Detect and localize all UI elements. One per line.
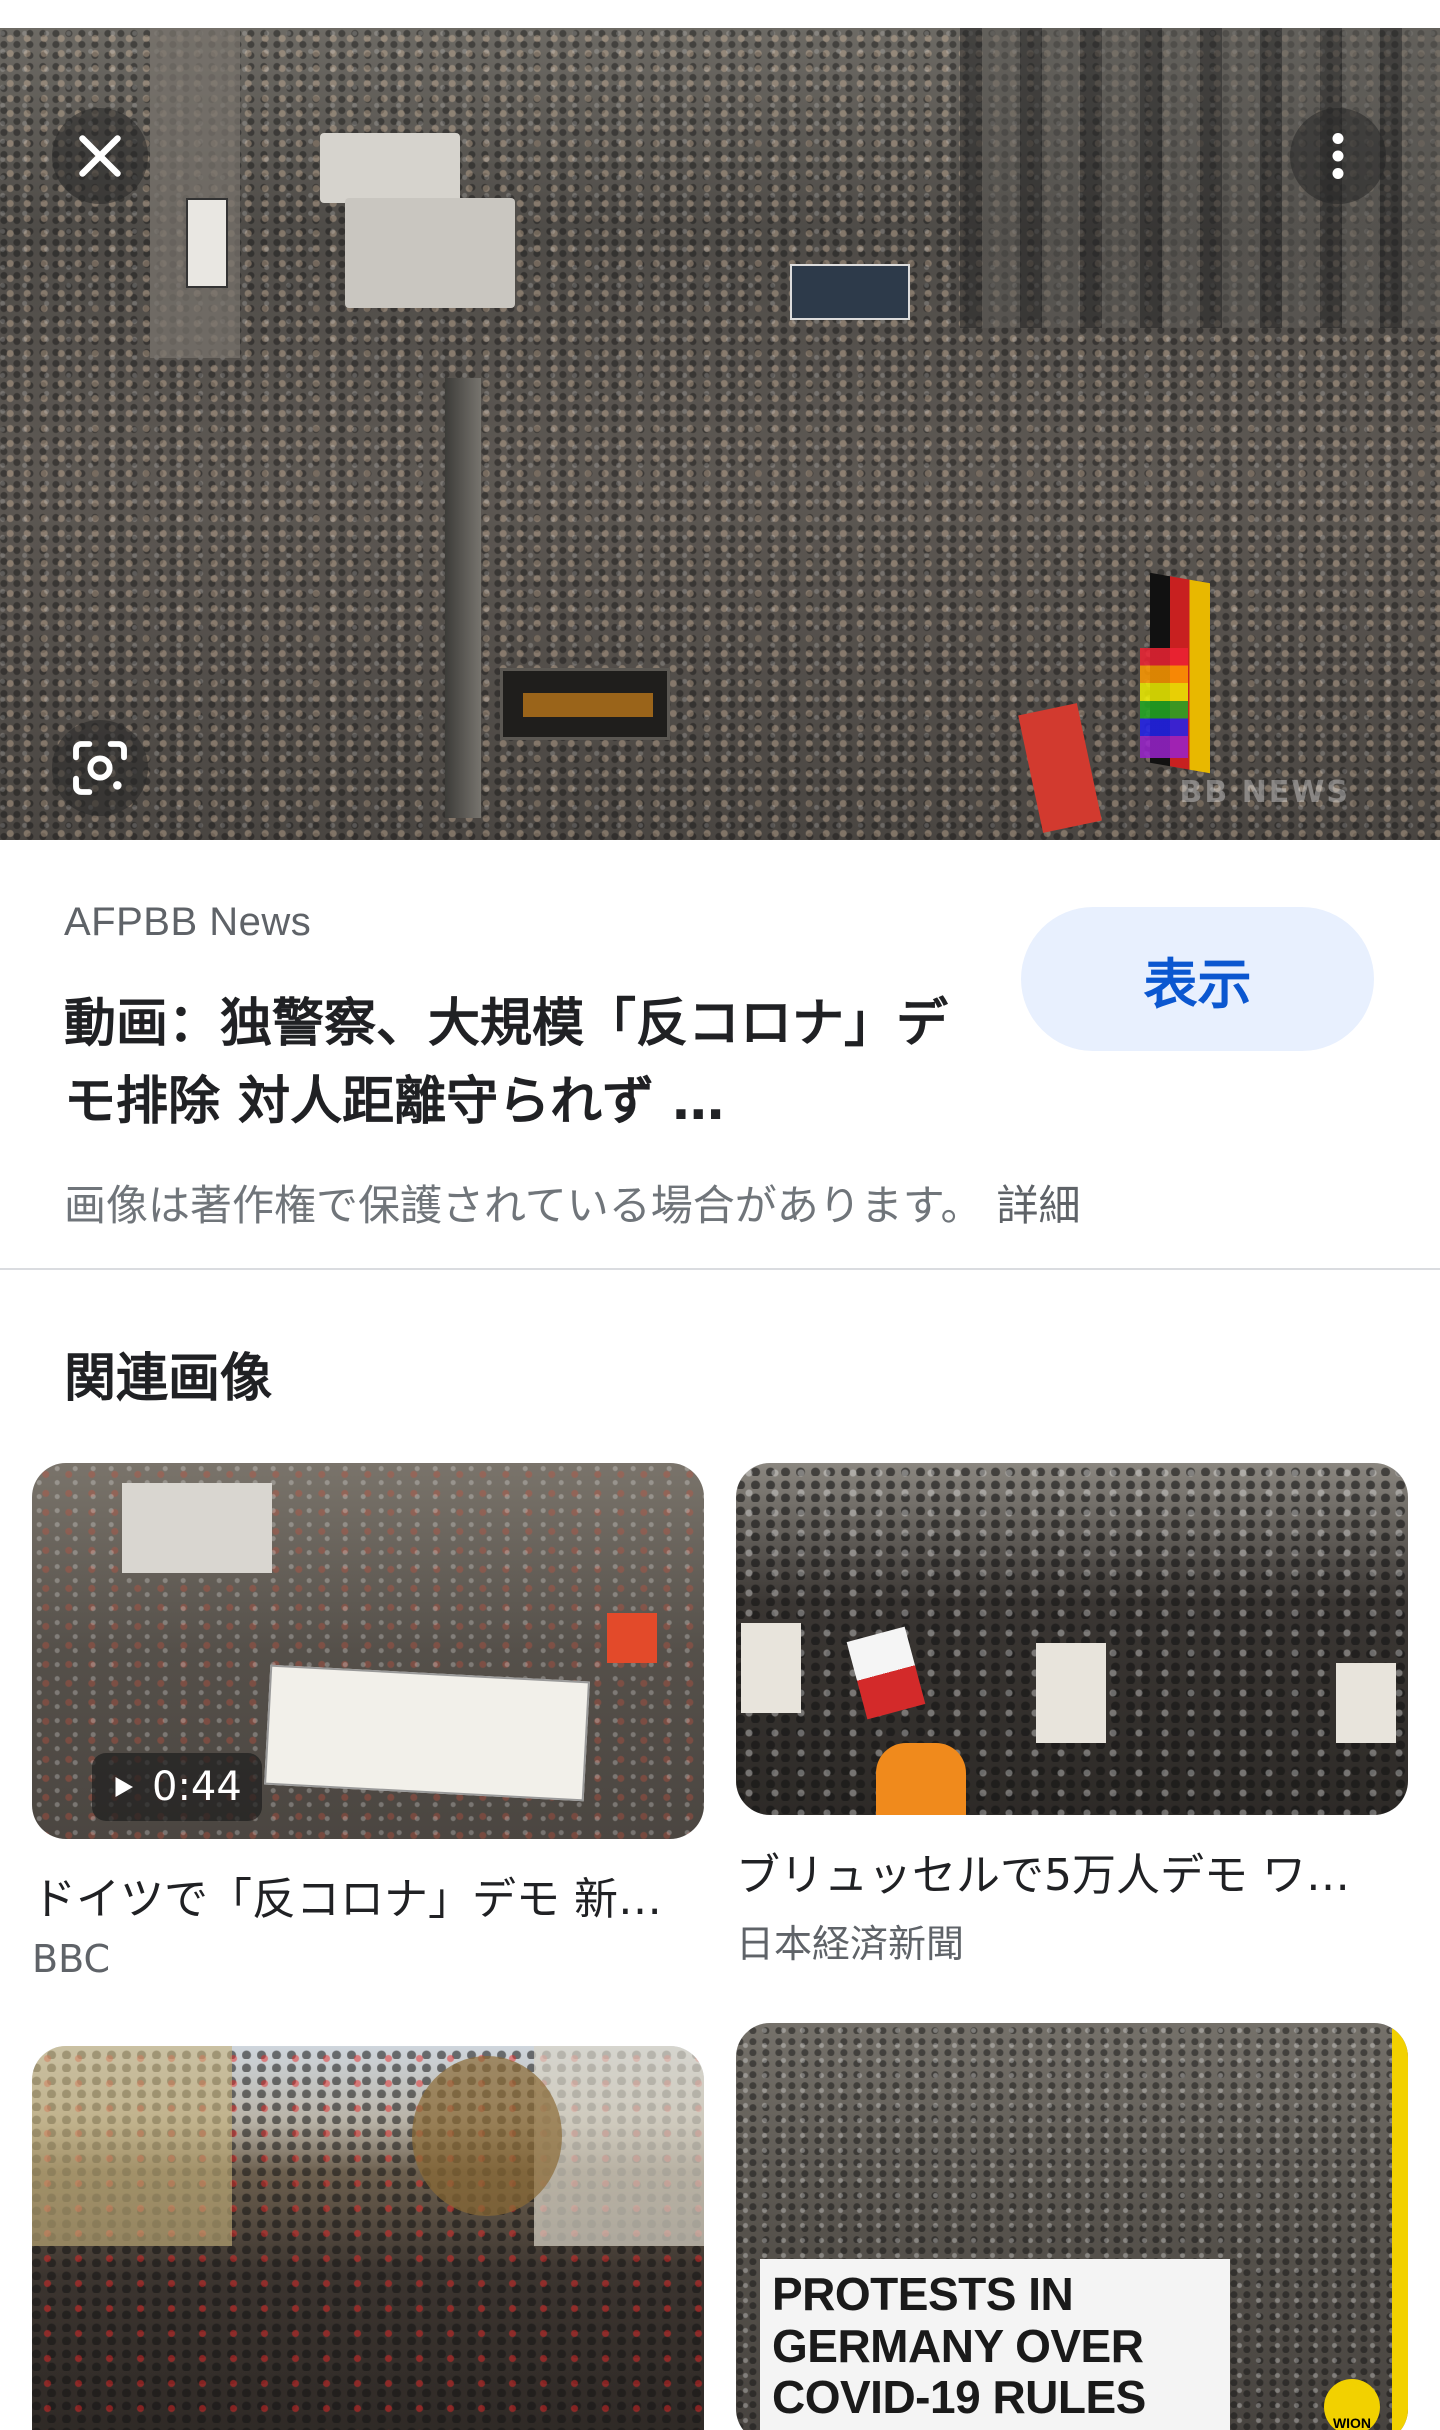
play-icon (115, 1777, 133, 1797)
copyright-text: 画像は著作権で保護されている場合があります。 (64, 1181, 983, 1230)
hero-street-sign (186, 198, 228, 288)
thumb-flag (607, 1613, 657, 1663)
related-thumbnail[interactable]: PROTESTS IN GERMANY OVER COVID-19 RULES … (736, 2023, 1408, 2430)
close-button[interactable] (52, 108, 148, 204)
related-thumbnail[interactable]: 0:44 (32, 1463, 704, 1839)
thumb-flag (846, 1626, 926, 1720)
thumb-placard (741, 1623, 801, 1713)
result-source: AFPBB News (64, 900, 312, 944)
hero-truck (345, 198, 515, 308)
related-thumbnail[interactable] (736, 1463, 1408, 1815)
hero-flag-rainbow (1140, 648, 1188, 758)
detail-link[interactable]: 詳細 (997, 1181, 1081, 1230)
thumb-truck (122, 1483, 272, 1573)
view-button[interactable]: 表示 (1021, 907, 1374, 1051)
video-duration: 0:44 (152, 1764, 242, 1810)
related-image-card[interactable]: ブリュッセルで5万人デモ ワ… 日本経済新聞 (736, 1463, 1408, 1968)
related-thumbnail[interactable] (32, 2046, 704, 2430)
related-title[interactable]: ブリュッセルで5万人デモ ワ… (736, 1839, 1408, 1903)
thumb-headline: PROTESTS IN GERMANY OVER COVID-19 RULES (760, 2259, 1230, 2430)
thumb-placard (1036, 1643, 1106, 1743)
hero-flag (1018, 703, 1102, 833)
lens-icon (73, 741, 127, 795)
thumb-banner (264, 1664, 590, 1802)
result-title[interactable]: 動画：独警察、大規模「反コロナ」デモ排除 対人距離守られず … (64, 985, 964, 1141)
related-source: 日本経済新聞 (736, 1922, 965, 1966)
related-title[interactable]: ドイツで「反コロナ」デモ 新… (32, 1863, 704, 1927)
hero-image[interactable]: BB NEWS (0, 28, 1440, 840)
related-image-card[interactable] (32, 2046, 704, 2430)
related-image-card[interactable]: 0:44 ドイツで「反コロナ」デモ 新… BBC (32, 1463, 704, 1981)
thumb-accent-bar (1392, 2023, 1408, 2430)
hero-banner (790, 264, 910, 320)
hero-lamp-post (445, 378, 481, 818)
close-icon (79, 135, 121, 177)
hero-truck (320, 133, 460, 203)
status-strip (0, 0, 1440, 28)
wion-logo: WION (1324, 2379, 1380, 2430)
lens-search-button[interactable] (52, 720, 148, 816)
thumb-building (32, 2046, 232, 2246)
hero-watermark: BB NEWS (1179, 775, 1350, 810)
related-source: BBC (32, 1937, 111, 1981)
more-options-button[interactable] (1290, 108, 1386, 204)
copyright-notice: 画像は著作権で保護されている場合があります。 詳細 (64, 1172, 1081, 1233)
thumb-placard (1336, 1663, 1396, 1743)
thumb-person (876, 1743, 966, 1815)
divider (0, 1268, 1440, 1270)
related-images-heading: 関連画像 (64, 1349, 273, 1409)
thumb-tree (412, 2056, 562, 2216)
more-vert-icon (1332, 133, 1344, 179)
video-duration-badge: 0:44 (92, 1753, 262, 1821)
hero-display-board (500, 668, 670, 740)
related-image-card[interactable]: PROTESTS IN GERMANY OVER COVID-19 RULES … (736, 2023, 1408, 2430)
hero-building-left (150, 28, 240, 358)
